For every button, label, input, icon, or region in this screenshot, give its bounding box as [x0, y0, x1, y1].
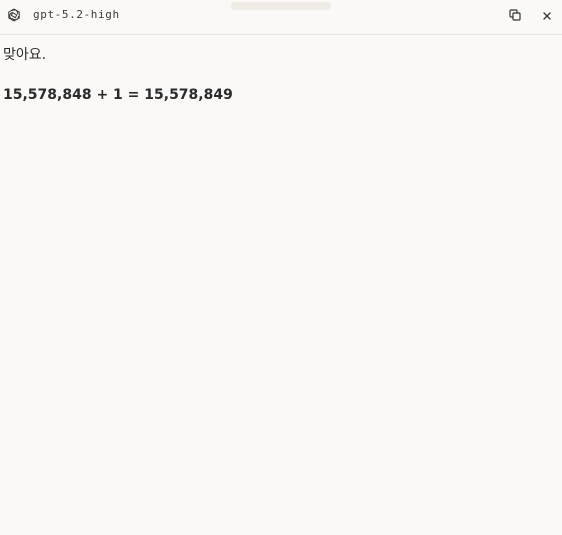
message-content: 맞아요. 15,578,848 + 1 = 15,578,849 [3, 44, 552, 106]
chat-panel: gpt-5.2-high 맞아요. 15,578,848 + 1 = 15,57… [0, 0, 562, 535]
close-button[interactable] [538, 6, 556, 24]
panel-header: gpt-5.2-high [0, 0, 562, 35]
copy-icon [509, 6, 521, 25]
close-icon [542, 6, 552, 25]
model-name: gpt-5.2-high [33, 8, 120, 21]
message-text: 맞아요. [3, 47, 47, 63]
message-equation: 15,578,848 + 1 = 15,578,849 [3, 87, 233, 103]
openai-logo-icon [6, 7, 22, 23]
copy-button[interactable] [506, 6, 524, 24]
